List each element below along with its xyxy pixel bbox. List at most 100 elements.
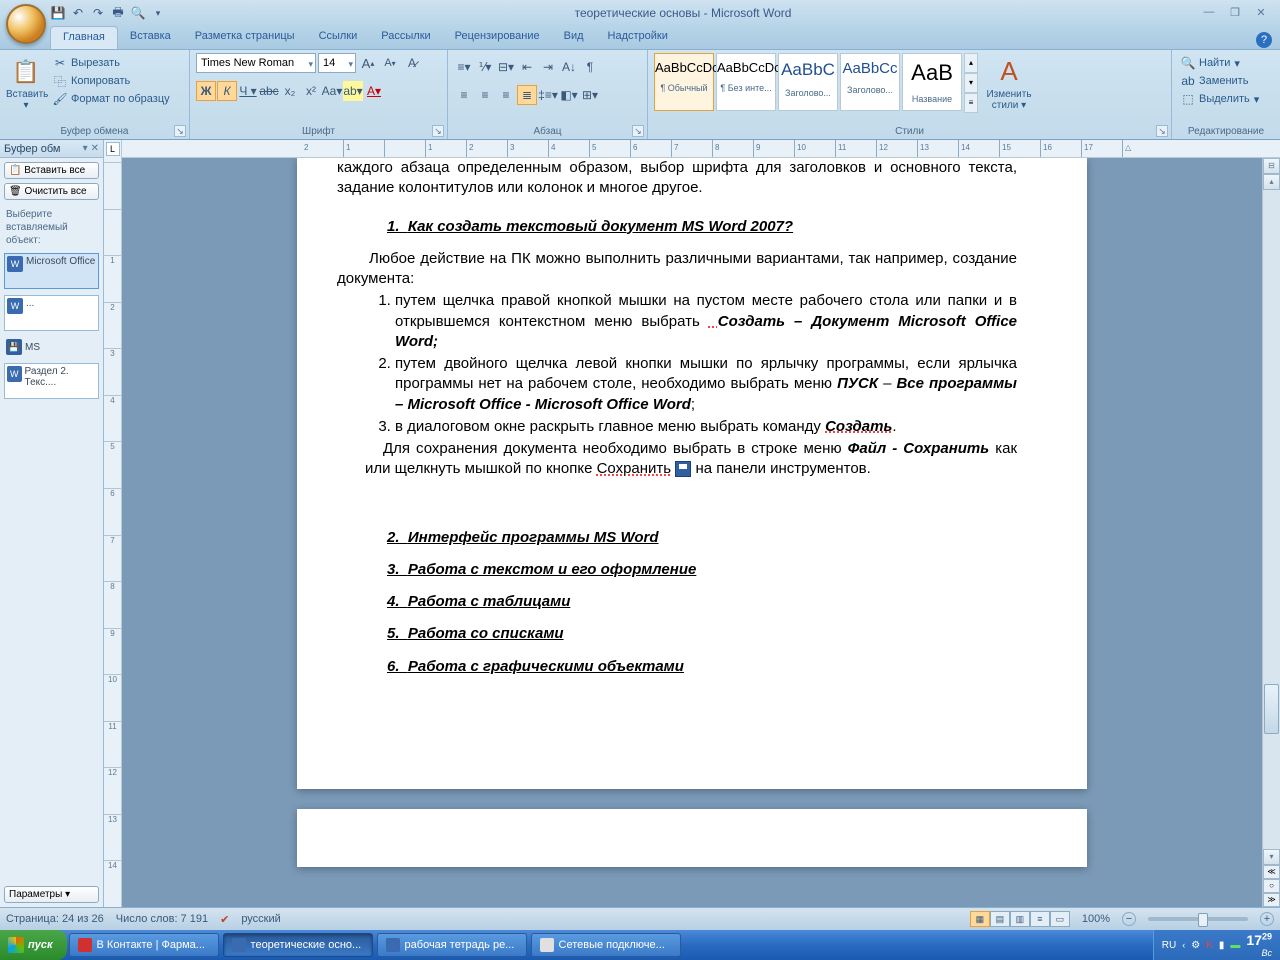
style-expand-icon[interactable]: ≡ — [964, 93, 978, 113]
font-color-button[interactable]: A▾ — [364, 81, 384, 101]
taskbar-item[interactable]: рабочая тетрадь ре... — [377, 933, 527, 957]
format-painter-button[interactable]: 🖌Формат по образцу — [50, 91, 173, 107]
qat-dropdown-icon[interactable]: ▾ — [150, 5, 166, 21]
clear-all-button[interactable]: 🗑 Очистить все — [4, 183, 99, 200]
tab-mailings[interactable]: Рассылки — [369, 26, 442, 49]
view-web-layout[interactable]: ▥ — [1010, 911, 1030, 927]
bullets-button[interactable]: ≡▾ — [454, 57, 474, 77]
style-up-icon[interactable]: ▴ — [964, 53, 978, 73]
shading-button[interactable]: ◧▾ — [559, 85, 579, 105]
tab-home[interactable]: Главная — [50, 26, 118, 49]
taskbar-item[interactable]: Сетевые подключе... — [531, 933, 681, 957]
zoom-level[interactable]: 100% — [1082, 913, 1110, 925]
tray-icon[interactable]: ⚙ — [1191, 940, 1200, 951]
grow-font-button[interactable]: A▴ — [358, 53, 378, 73]
sort-button[interactable]: A↓ — [559, 57, 579, 77]
line-spacing-button[interactable]: ‡≡▾ — [538, 85, 558, 105]
shrink-font-button[interactable]: A▾ — [380, 53, 400, 73]
cut-button[interactable]: ✂Вырезать — [50, 55, 173, 71]
subscript-button[interactable]: x₂ — [280, 81, 300, 101]
tray-antivirus-icon[interactable]: K — [1206, 940, 1213, 951]
tray-clock[interactable]: 1729 Вс — [1246, 931, 1272, 959]
borders-button[interactable]: ⊞▾ — [580, 85, 600, 105]
office-button[interactable] — [6, 4, 46, 44]
scroll-down-icon[interactable]: ▾ — [1263, 849, 1280, 865]
change-styles-button[interactable]: A Изменить стили ▾ — [982, 53, 1036, 111]
tab-pagelayout[interactable]: Разметка страницы — [183, 26, 307, 49]
tab-review[interactable]: Рецензирование — [443, 26, 552, 49]
proofing-icon[interactable]: ✔ — [220, 913, 229, 926]
clip-item[interactable]: 💾MS — [4, 337, 99, 357]
preview-icon[interactable]: 🔍 — [130, 5, 146, 21]
paste-all-button[interactable]: 📋 Вставить все — [4, 162, 99, 179]
find-button[interactable]: 🔍Найти ▾ — [1178, 55, 1262, 71]
select-button[interactable]: ⬚Выделить ▾ — [1178, 91, 1262, 107]
paste-button[interactable]: 📋 Вставить▾ — [6, 53, 46, 111]
tray-network-icon[interactable]: ▮ — [1219, 940, 1225, 951]
taskbar-item[interactable]: теоретические осно... — [223, 933, 373, 957]
clipboard-options-button[interactable]: Параметры ▾ — [4, 886, 99, 903]
vertical-scrollbar[interactable]: ⊟ ▴ ▾ ≪ ○ ≫ — [1262, 158, 1280, 907]
view-outline[interactable]: ≡ — [1030, 911, 1050, 927]
tray-chevron-icon[interactable]: ‹ — [1182, 940, 1185, 950]
tab-insert[interactable]: Вставка — [118, 26, 183, 49]
print-icon[interactable]: 🖶 — [110, 5, 126, 21]
numbering-button[interactable]: ⅟▾ — [475, 57, 495, 77]
clip-item[interactable]: W... — [4, 295, 99, 331]
tab-references[interactable]: Ссылки — [307, 26, 370, 49]
scroll-thumb[interactable] — [1264, 684, 1279, 734]
scroll-track[interactable] — [1263, 190, 1280, 849]
align-left-button[interactable]: ≡ — [454, 85, 474, 105]
tray-battery-icon[interactable]: ▬ — [1230, 940, 1240, 951]
multilevel-button[interactable]: ⊟▾ — [496, 57, 516, 77]
start-button[interactable]: пуск — [0, 930, 67, 960]
show-marks-button[interactable]: ¶ — [580, 57, 600, 77]
zoom-slider[interactable] — [1148, 917, 1248, 921]
zoom-in-button[interactable]: + — [1260, 912, 1274, 926]
font-size-combo[interactable]: 14 — [318, 53, 356, 73]
paragraph-launcher[interactable]: ↘ — [632, 125, 644, 137]
clip-item[interactable]: WРаздел 2. Текс.... — [4, 363, 99, 399]
copy-button[interactable]: ⿻Копировать — [50, 73, 173, 89]
decrease-indent-button[interactable]: ⇤ — [517, 57, 537, 77]
status-page[interactable]: Страница: 24 из 26 — [6, 913, 104, 925]
pane-dropdown-icon[interactable]: ▾ — [83, 143, 88, 154]
align-center-button[interactable]: ≡ — [475, 85, 495, 105]
underline-button[interactable]: Ч ▾ — [238, 81, 258, 101]
increase-indent-button[interactable]: ⇥ — [538, 57, 558, 77]
zoom-out-button[interactable]: − — [1122, 912, 1136, 926]
view-print-layout[interactable]: ▦ — [970, 911, 990, 927]
restore-button[interactable]: ❐ — [1226, 6, 1244, 20]
ruler-corner-button[interactable]: L — [106, 142, 120, 156]
status-language[interactable]: русский — [241, 913, 280, 925]
view-draft[interactable]: ▭ — [1050, 911, 1070, 927]
superscript-button[interactable]: x² — [301, 81, 321, 101]
undo-icon[interactable]: ↶ — [70, 5, 86, 21]
replace-button[interactable]: abЗаменить — [1178, 73, 1262, 89]
font-name-combo[interactable]: Times New Roman — [196, 53, 316, 73]
pane-close-icon[interactable]: ✕ — [91, 143, 99, 154]
style-heading1[interactable]: AaBbCЗаголово... — [778, 53, 838, 111]
style-normal[interactable]: AaBbCcDc¶ Обычный — [654, 53, 714, 111]
scroll-up-icon[interactable]: ▴ — [1263, 174, 1280, 190]
tab-addins[interactable]: Надстройки — [596, 26, 680, 49]
help-button[interactable]: ? — [1256, 32, 1272, 48]
change-case-button[interactable]: Aa▾ — [322, 81, 342, 101]
bold-button[interactable]: Ж — [196, 81, 216, 101]
ruler-toggle-icon[interactable]: ⊟ — [1263, 158, 1280, 174]
next-page-icon[interactable]: ≫ — [1263, 893, 1280, 907]
style-down-icon[interactable]: ▾ — [964, 73, 978, 93]
view-full-screen[interactable]: ▤ — [990, 911, 1010, 927]
style-nospacing[interactable]: AaBbCcDc¶ Без инте... — [716, 53, 776, 111]
save-icon[interactable]: 💾 — [50, 5, 66, 21]
style-heading2[interactable]: AaBbCcЗаголово... — [840, 53, 900, 111]
style-title[interactable]: АаВНазвание — [902, 53, 962, 111]
status-words[interactable]: Число слов: 7 191 — [116, 913, 208, 925]
styles-launcher[interactable]: ↘ — [1156, 125, 1168, 137]
close-button[interactable]: ✕ — [1252, 6, 1270, 20]
taskbar-item[interactable]: В Контакте | Фарма... — [69, 933, 219, 957]
clear-format-button[interactable]: A̷ — [402, 53, 422, 73]
align-right-button[interactable]: ≡ — [496, 85, 516, 105]
minimize-button[interactable]: — — [1200, 6, 1218, 20]
font-launcher[interactable]: ↘ — [432, 125, 444, 137]
